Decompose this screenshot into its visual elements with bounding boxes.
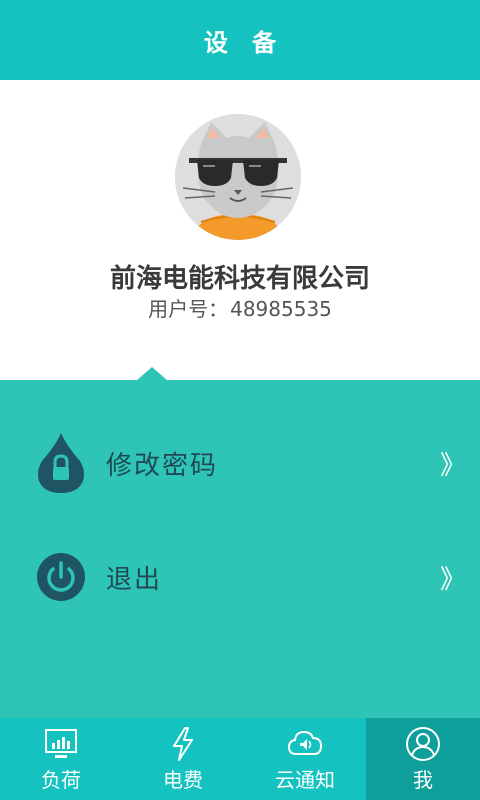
profile-pointer bbox=[136, 367, 168, 381]
tab-electricity-fee-label: 电费 bbox=[163, 768, 203, 792]
lightning-icon bbox=[165, 726, 201, 762]
tab-load[interactable]: 负荷 bbox=[0, 718, 122, 800]
bottom-tab-bar: 负荷 电费 云通知 我 bbox=[0, 718, 480, 800]
change-password-label: 修改密码 bbox=[106, 450, 219, 481]
chevron-right-icon: 》 bbox=[439, 564, 466, 595]
settings-menu: 修改密码 》 退出 》 bbox=[0, 380, 480, 718]
chevron-right-icon: 》 bbox=[439, 450, 466, 481]
power-icon bbox=[36, 545, 86, 609]
change-password-item[interactable]: 修改密码 》 bbox=[0, 418, 480, 508]
top-bar: 设 备 bbox=[0, 0, 480, 80]
monitor-chart-icon bbox=[43, 726, 79, 762]
logout-item[interactable]: 退出 》 bbox=[0, 532, 480, 622]
user-id: 用户号： 48985535 bbox=[0, 293, 480, 322]
tab-load-label: 负荷 bbox=[41, 768, 81, 792]
tab-cloud-notify-label: 云通知 bbox=[275, 768, 335, 792]
tab-me[interactable]: 我 bbox=[366, 718, 480, 800]
tab-me-label: 我 bbox=[413, 768, 433, 792]
avatar[interactable] bbox=[175, 114, 301, 240]
user-id-label: 用户号： bbox=[148, 297, 229, 321]
page-title: 设 备 bbox=[203, 28, 285, 57]
user-icon bbox=[405, 726, 441, 762]
logout-label: 退出 bbox=[106, 564, 163, 595]
cat-sunglasses-avatar-icon bbox=[175, 114, 301, 240]
tab-electricity-fee[interactable]: 电费 bbox=[122, 718, 244, 800]
company-name: 前海电能科技有限公司 bbox=[109, 264, 370, 294]
lock-drop-icon bbox=[36, 431, 86, 495]
cloud-speaker-icon bbox=[287, 726, 323, 762]
tab-cloud-notify[interactable]: 云通知 bbox=[244, 718, 366, 800]
profile-card: 前海电能科技有限公司 用户号： 48985535 bbox=[0, 80, 480, 380]
user-id-value: 48985535 bbox=[230, 297, 332, 321]
